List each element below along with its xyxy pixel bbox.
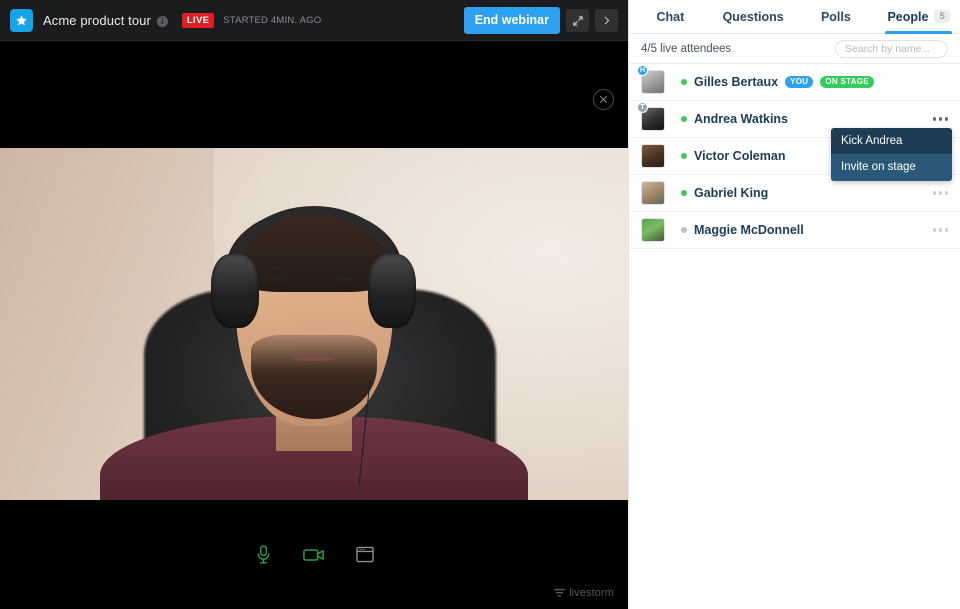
chevron-right-icon[interactable] (595, 9, 618, 32)
tab-questions[interactable]: Questions (712, 0, 795, 33)
status-badge (681, 190, 687, 196)
avatar (641, 218, 665, 242)
tab-chat-label: Chat (656, 9, 685, 24)
status-badge: LIVE (181, 13, 215, 28)
screenshare-button[interactable] (352, 542, 378, 567)
on-stage-badge: ON STAGE (820, 75, 874, 89)
search-input[interactable] (835, 39, 948, 58)
avatar (641, 144, 665, 168)
tab-questions-label: Questions (722, 9, 784, 24)
list-item-label: Victor Coleman (694, 149, 786, 163)
panel-subheader: 4/5 live attendees (629, 34, 960, 64)
tab-people[interactable]: People 5 (877, 0, 960, 34)
status-badge (681, 116, 687, 122)
expand-arrows-icon[interactable] (566, 9, 589, 32)
list-item-label: Gilles Bertaux (694, 75, 779, 89)
camera-button[interactable] (299, 543, 329, 567)
avatar: T (637, 102, 665, 131)
avatar (641, 181, 665, 205)
webinar-app: Acme product tour i LIVE STARTED 4MIN. AG… (0, 0, 960, 609)
side-panel: Chat Questions Polls People 5 4/5 live a… (629, 0, 960, 609)
more-options-icon[interactable] (925, 113, 948, 125)
more-options-icon[interactable] (925, 187, 948, 199)
team-badge-icon: T (637, 102, 648, 113)
list-item-label: Andrea Watkins (694, 112, 789, 126)
brand-label: livestorm (569, 587, 614, 599)
star-icon (10, 9, 33, 32)
tab-polls[interactable]: Polls (795, 0, 878, 33)
host-badge-icon: H (637, 65, 648, 76)
avatar: H (637, 65, 665, 94)
tab-polls-label: Polls (820, 9, 851, 24)
invite-on-stage-menu-item[interactable]: Invite on stage (831, 154, 952, 181)
kick-attendee-menu-item[interactable]: Kick Andrea (831, 128, 952, 154)
webinar-title-text: Acme product tour (43, 13, 151, 28)
attendee-count-label: 4/5 live attendees (641, 42, 732, 55)
status-badge (681, 153, 687, 159)
tab-people-count: 5 (934, 9, 950, 24)
you-badge: YOU (785, 75, 814, 89)
video-area: livestorm (0, 41, 628, 609)
top-bar-actions: End webinar (463, 7, 618, 34)
info-icon[interactable]: i (156, 16, 168, 27)
microphone-button[interactable] (251, 540, 276, 569)
webcam-video (0, 148, 628, 500)
list-item[interactable]: Maggie McDonnell (629, 212, 960, 249)
started-time-label: STARTED 4MIN. AGO (223, 15, 322, 26)
tab-chat[interactable]: Chat (629, 0, 712, 33)
tab-people-label: People (887, 9, 929, 24)
close-icon[interactable] (593, 89, 614, 110)
panel-tabs: Chat Questions Polls People 5 (629, 0, 960, 34)
list-item[interactable]: H Gilles Bertaux YOU ON STAGE (629, 64, 960, 101)
livestorm-logo-icon: livestorm (554, 587, 614, 599)
list-item-label: Maggie McDonnell (694, 223, 804, 237)
stage-area: Acme product tour i LIVE STARTED 4MIN. AG… (0, 0, 629, 609)
end-webinar-button[interactable]: End webinar (463, 7, 560, 34)
attendee-context-menu: Kick Andrea Invite on stage (831, 128, 952, 181)
top-bar: Acme product tour i LIVE STARTED 4MIN. AG… (0, 0, 628, 41)
page-title: Acme product tour i (43, 13, 168, 28)
more-options-icon[interactable] (925, 224, 948, 236)
status-badge (681, 79, 687, 85)
list-item-label: Gabriel King (694, 186, 769, 200)
video-controls (0, 500, 628, 609)
status-badge (681, 227, 687, 233)
